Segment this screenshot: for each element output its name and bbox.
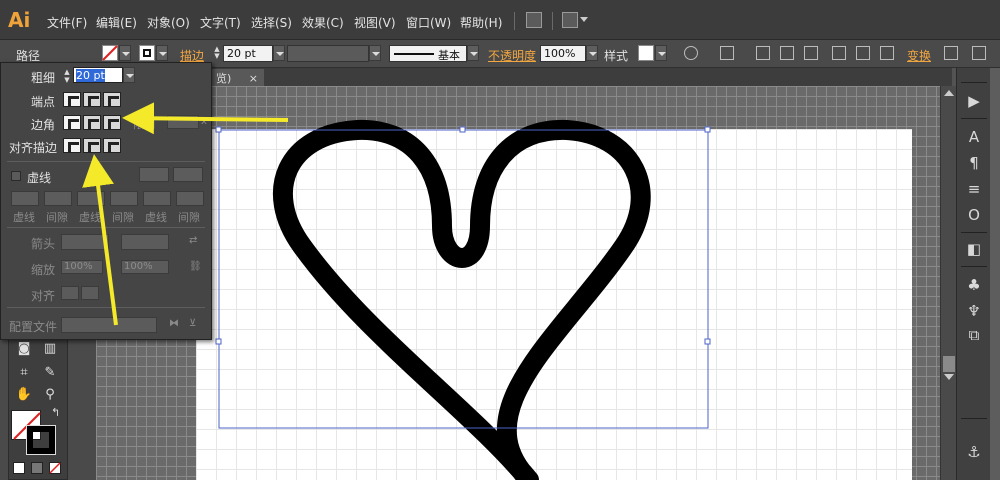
annotation-arrows — [82, 102, 289, 326]
annotation-arrow-align — [82, 154, 118, 326]
annotation-arrow-corner — [122, 102, 289, 135]
